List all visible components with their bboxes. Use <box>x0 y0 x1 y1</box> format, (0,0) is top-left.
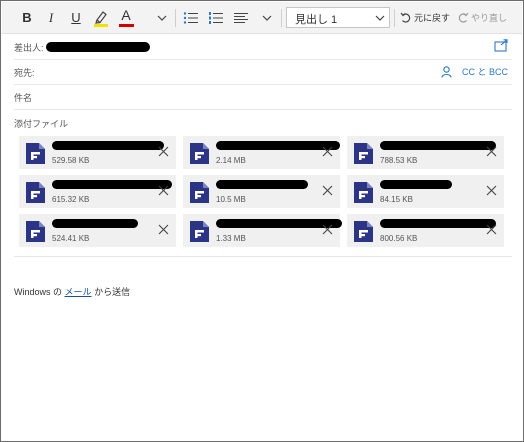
align-button[interactable] <box>230 2 252 33</box>
undo-label: 元に戻す <box>413 13 450 23</box>
toolbar-divider <box>175 9 176 27</box>
signature-line: Windows の メール から送信 <box>14 285 130 298</box>
attachment-name-redacted <box>216 180 308 189</box>
mail-compose-window: B I U A 見出し 1 元に戻す やり直し 差出人: 宛先: CC と BC… <box>0 0 524 442</box>
attachment-size: 788.53 KB <box>380 156 418 165</box>
close-icon[interactable] <box>322 146 333 157</box>
paragraph-style-select[interactable]: 見出し 1 <box>286 7 390 28</box>
signature-suffix: から送信 <box>94 287 131 297</box>
attachment-size: 800.56 KB <box>380 234 418 243</box>
to-label: 宛先: <box>14 68 35 78</box>
attachments-label: 添付ファイル <box>14 119 69 129</box>
more-format-button[interactable] <box>152 2 172 33</box>
attachment-size: 84.15 KB <box>380 195 413 204</box>
file-icon <box>26 182 45 203</box>
attachment-tile[interactable]: 615.32 KB <box>19 175 176 208</box>
undo-button[interactable]: 元に戻す <box>399 2 451 33</box>
attachment-name-redacted <box>52 219 138 228</box>
attachment-name-redacted <box>380 141 496 150</box>
numbered-list-button[interactable] <box>205 2 227 33</box>
cc-bcc-link[interactable]: CC と BCC <box>462 65 508 78</box>
attachment-size: 1.33 MB <box>216 234 246 243</box>
align-icon <box>234 12 248 23</box>
chevron-down-icon <box>262 15 272 21</box>
file-icon <box>26 143 45 164</box>
redo-button[interactable]: やり直し <box>456 2 508 33</box>
highlighter-icon <box>94 10 108 27</box>
attachment-tile[interactable]: 84.15 KB <box>347 175 504 208</box>
mail-app-link[interactable]: メール <box>65 287 92 297</box>
close-icon[interactable] <box>486 146 497 157</box>
toolbar-divider <box>394 9 395 27</box>
attachment-name-redacted <box>380 180 452 189</box>
underline-button[interactable]: U <box>65 2 87 33</box>
cc-bcc-area: CC と BCC <box>441 65 508 78</box>
attachment-size: 529.58 KB <box>52 156 90 165</box>
numbered-list-icon <box>209 11 223 24</box>
file-icon <box>190 221 209 242</box>
highlight-button[interactable] <box>91 2 111 33</box>
popout-icon[interactable] <box>494 39 508 52</box>
sender-address-redacted <box>46 42 150 52</box>
attachment-tile[interactable]: 2.14 MB <box>183 136 340 169</box>
attachment-name-redacted <box>52 180 172 189</box>
attachment-tile[interactable]: 524.41 KB <box>19 214 176 247</box>
attachment-tile[interactable]: 788.53 KB <box>347 136 504 169</box>
file-icon <box>190 143 209 164</box>
signature-prefix: Windows の <box>14 287 63 297</box>
attachment-tile[interactable]: 800.56 KB <box>347 214 504 247</box>
attachment-size: 10.5 MB <box>216 195 246 204</box>
font-color-letter: A <box>121 6 131 23</box>
attachment-size: 524.41 KB <box>52 234 90 243</box>
to-field[interactable]: 宛先: CC と BCC <box>14 60 512 85</box>
font-color-button[interactable]: A <box>116 2 136 33</box>
from-field[interactable]: 差出人: <box>14 35 512 60</box>
undo-icon <box>400 12 411 23</box>
italic-button[interactable]: I <box>40 2 62 33</box>
file-icon <box>190 182 209 203</box>
close-icon[interactable] <box>158 224 169 235</box>
close-icon[interactable] <box>486 185 497 196</box>
attachment-size: 2.14 MB <box>216 156 246 165</box>
redo-icon <box>458 12 469 23</box>
chevron-down-icon <box>157 15 167 21</box>
attachment-name-redacted <box>380 219 496 228</box>
redo-label: やり直し <box>470 13 507 23</box>
format-toolbar: B I U A 見出し 1 元に戻す やり直し <box>2 2 522 34</box>
attachment-tile[interactable]: 529.58 KB <box>19 136 176 169</box>
attachment-tile[interactable]: 1.33 MB <box>183 214 342 247</box>
attachment-name-redacted <box>52 141 164 150</box>
file-icon <box>354 143 373 164</box>
bullet-list-icon <box>183 11 198 24</box>
align-options-button[interactable] <box>257 2 277 33</box>
bullet-list-button[interactable] <box>180 2 202 33</box>
font-color-swatch <box>118 23 134 27</box>
subject-field[interactable]: 件名 <box>14 85 512 110</box>
file-icon <box>354 182 373 203</box>
subject-label: 件名 <box>14 93 33 103</box>
file-icon <box>26 221 45 242</box>
person-icon[interactable] <box>441 65 452 78</box>
close-icon[interactable] <box>322 224 333 235</box>
file-icon <box>354 221 373 242</box>
bold-button[interactable]: B <box>16 2 38 33</box>
close-icon[interactable] <box>322 185 333 196</box>
attachment-tile[interactable]: 10.5 MB <box>183 175 340 208</box>
chevron-down-icon <box>375 15 385 21</box>
from-label: 差出人: <box>14 43 44 53</box>
close-icon[interactable] <box>158 185 169 196</box>
close-icon[interactable] <box>158 146 169 157</box>
paragraph-style-value: 見出し 1 <box>295 14 338 26</box>
attachment-size: 615.32 KB <box>52 195 90 204</box>
close-icon[interactable] <box>486 224 497 235</box>
toolbar-divider <box>281 9 282 27</box>
attachments-divider <box>14 256 512 257</box>
